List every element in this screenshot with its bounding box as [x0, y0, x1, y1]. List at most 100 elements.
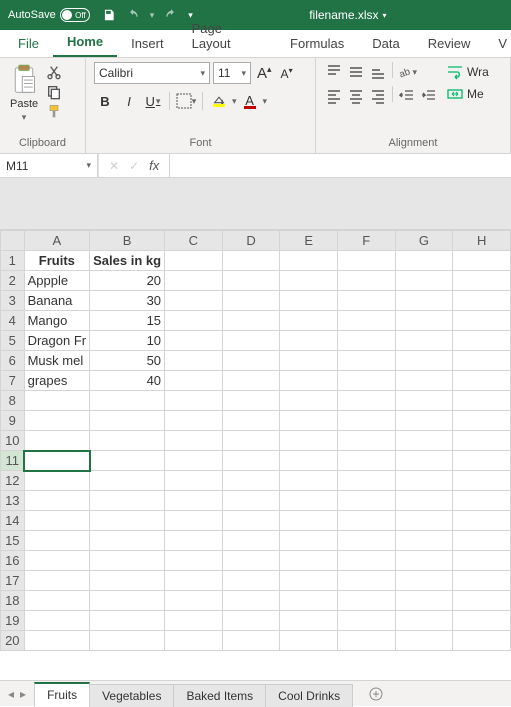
cell-A4[interactable]: Mango	[24, 311, 90, 331]
align-top-icon[interactable]	[324, 62, 344, 82]
cell-A3[interactable]: Banana	[24, 291, 90, 311]
cell-F20[interactable]	[337, 631, 395, 651]
fill-color-button[interactable]	[208, 90, 230, 112]
cell-D8[interactable]	[222, 391, 280, 411]
cell-B2[interactable]: 20	[90, 271, 165, 291]
row-header-6[interactable]: 6	[1, 351, 25, 371]
cell-D18[interactable]	[222, 591, 280, 611]
cell-E7[interactable]	[280, 371, 338, 391]
sheet-tab-fruits[interactable]: Fruits	[34, 682, 90, 707]
cell-H12[interactable]	[453, 471, 511, 491]
redo-icon[interactable]	[164, 8, 178, 22]
cell-G11[interactable]	[395, 451, 453, 471]
cell-D13[interactable]	[222, 491, 280, 511]
cell-D11[interactable]	[222, 451, 280, 471]
row-header-16[interactable]: 16	[1, 551, 25, 571]
align-left-icon[interactable]	[324, 86, 344, 106]
borders-button[interactable]: ▾	[175, 90, 197, 112]
cell-H10[interactable]	[453, 431, 511, 451]
cell-B6[interactable]: 50	[90, 351, 165, 371]
row-header-11[interactable]: 11	[1, 451, 25, 471]
cell-B8[interactable]	[90, 391, 165, 411]
cell-E1[interactable]	[280, 251, 338, 271]
tab-view-partial[interactable]: V	[484, 30, 511, 57]
cell-A19[interactable]	[24, 611, 90, 631]
cell-E12[interactable]	[280, 471, 338, 491]
autosave-toggle[interactable]: AutoSave Off	[8, 8, 90, 22]
toggle-switch[interactable]: Off	[60, 8, 90, 22]
cell-G3[interactable]	[395, 291, 453, 311]
underline-button[interactable]: U▾	[142, 90, 164, 112]
cell-G12[interactable]	[395, 471, 453, 491]
cell-B18[interactable]	[90, 591, 165, 611]
tab-data[interactable]: Data	[358, 30, 413, 57]
align-middle-icon[interactable]	[346, 62, 366, 82]
cell-A6[interactable]: Musk mel	[24, 351, 90, 371]
cell-G4[interactable]	[395, 311, 453, 331]
cell-C5[interactable]	[165, 331, 223, 351]
cell-E2[interactable]	[280, 271, 338, 291]
paste-button[interactable]: Paste ▾	[8, 62, 40, 125]
cell-H15[interactable]	[453, 531, 511, 551]
col-header-G[interactable]: G	[395, 231, 453, 251]
cell-A12[interactable]	[24, 471, 90, 491]
cell-G14[interactable]	[395, 511, 453, 531]
cell-C20[interactable]	[165, 631, 223, 651]
cell-E20[interactable]	[280, 631, 338, 651]
cell-C7[interactable]	[165, 371, 223, 391]
col-header-C[interactable]: C	[165, 231, 223, 251]
row-header-9[interactable]: 9	[1, 411, 25, 431]
font-size-select[interactable]: 11▾	[213, 62, 251, 84]
font-color-button[interactable]: A	[239, 90, 261, 112]
cell-G10[interactable]	[395, 431, 453, 451]
cell-E10[interactable]	[280, 431, 338, 451]
cell-F18[interactable]	[337, 591, 395, 611]
tab-file[interactable]: File	[4, 30, 53, 57]
cell-H7[interactable]	[453, 371, 511, 391]
cell-B15[interactable]	[90, 531, 165, 551]
cell-C16[interactable]	[165, 551, 223, 571]
sheet-tab-vegetables[interactable]: Vegetables	[89, 684, 174, 707]
cell-C8[interactable]	[165, 391, 223, 411]
cell-F4[interactable]	[337, 311, 395, 331]
cell-C17[interactable]	[165, 571, 223, 591]
cell-G18[interactable]	[395, 591, 453, 611]
cell-A9[interactable]	[24, 411, 90, 431]
row-header-2[interactable]: 2	[1, 271, 25, 291]
add-sheet-button[interactable]	[368, 681, 384, 706]
cell-H4[interactable]	[453, 311, 511, 331]
cell-A14[interactable]	[24, 511, 90, 531]
cell-B5[interactable]: 10	[90, 331, 165, 351]
cell-F13[interactable]	[337, 491, 395, 511]
undo-icon[interactable]	[126, 8, 140, 22]
align-right-icon[interactable]	[368, 86, 388, 106]
cell-F19[interactable]	[337, 611, 395, 631]
wrap-text-button[interactable]: Wra	[447, 64, 489, 80]
sheet-tab-baked-items[interactable]: Baked Items	[173, 684, 266, 707]
cell-A2[interactable]: Appple	[24, 271, 90, 291]
fx-icon[interactable]: fx	[149, 158, 159, 173]
cell-A10[interactable]	[24, 431, 90, 451]
italic-button[interactable]: I	[118, 90, 140, 112]
cell-B16[interactable]	[90, 551, 165, 571]
cell-E5[interactable]	[280, 331, 338, 351]
cell-E4[interactable]	[280, 311, 338, 331]
cell-E15[interactable]	[280, 531, 338, 551]
decrease-indent-icon[interactable]	[397, 86, 417, 106]
cell-G8[interactable]	[395, 391, 453, 411]
cell-E17[interactable]	[280, 571, 338, 591]
cancel-icon[interactable]: ✕	[109, 159, 119, 173]
col-header-A[interactable]: A	[24, 231, 90, 251]
cell-H5[interactable]	[453, 331, 511, 351]
worksheet-grid[interactable]: ABCDEFGH1FruitsSales in kg2Appple203Bana…	[0, 230, 511, 651]
cell-E19[interactable]	[280, 611, 338, 631]
cell-F15[interactable]	[337, 531, 395, 551]
tab-formulas[interactable]: Formulas	[276, 30, 358, 57]
cell-H3[interactable]	[453, 291, 511, 311]
row-header-14[interactable]: 14	[1, 511, 25, 531]
cell-B19[interactable]	[90, 611, 165, 631]
cell-B13[interactable]	[90, 491, 165, 511]
copy-icon[interactable]	[46, 84, 62, 100]
cell-G16[interactable]	[395, 551, 453, 571]
cell-H11[interactable]	[453, 451, 511, 471]
